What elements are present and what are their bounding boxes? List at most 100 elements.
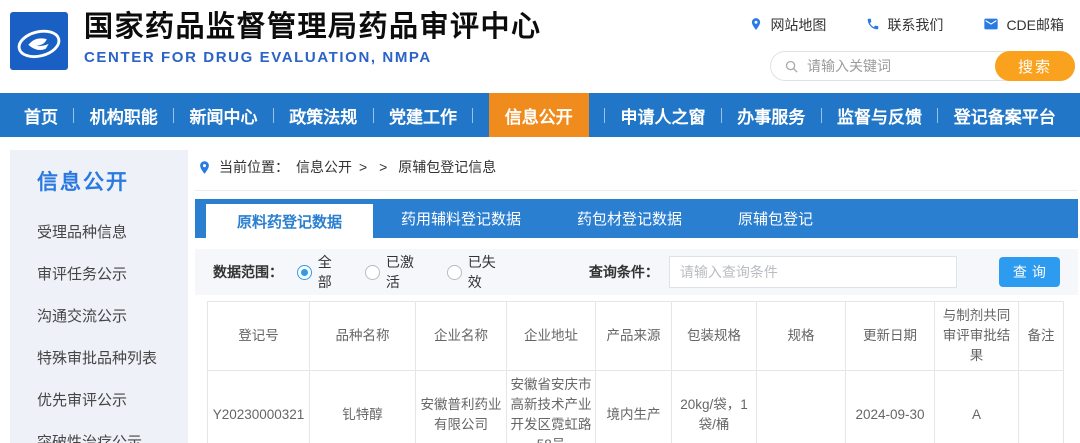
search-button[interactable]: 搜索: [995, 51, 1075, 81]
breadcrumb-page: 原辅包登记信息: [398, 159, 497, 175]
quick-link-label: 网站地图: [770, 17, 827, 33]
breadcrumb-separator: > >: [359, 159, 392, 175]
table-cell: 安徽省安庆市高新技术产业开发区霓虹路58号: [506, 370, 596, 443]
nav-separator: [720, 107, 722, 123]
sidebar-list: 受理品种信息 审评任务公示 沟通交流公示 特殊审批品种列表 优先审评公示 突破性治疗公示: [37, 210, 188, 443]
tab-bar: 原料药登记数据 药用辅料登记数据 药包材登记数据 原辅包登记: [195, 199, 1078, 238]
radio-label: 全部: [317, 254, 332, 290]
sidebar-item[interactable]: 沟通交流公示: [37, 294, 188, 336]
site-title: 国家药品监督管理局药品审评中心: [84, 11, 542, 43]
table-cell: 20kg/袋，1袋/桶: [671, 370, 757, 443]
column-header: 规格: [756, 301, 846, 371]
search-icon: [784, 59, 799, 74]
nav-separator: [820, 107, 822, 123]
table-cell: 2024-09-30: [845, 370, 935, 443]
table-cell: [1018, 370, 1064, 443]
nav-item[interactable]: 办事服务: [737, 103, 805, 128]
query-input[interactable]: [668, 256, 957, 288]
title-block: 国家药品监督管理局药品审评中心 CENTER FOR DRUG EVALUATI…: [84, 9, 542, 66]
query-button[interactable]: 查询: [998, 257, 1060, 287]
nav-separator: [272, 107, 274, 123]
nav-separator: [73, 107, 75, 123]
nav-item[interactable]: 党建工作: [389, 103, 457, 128]
site-subtitle: CENTER FOR DRUG EVALUATION, NMPA: [84, 49, 432, 66]
header: 国家药品监督管理局药品审评中心 CENTER FOR DRUG EVALUATI…: [0, 0, 1080, 93]
radio-button[interactable]: [446, 264, 462, 280]
breadcrumb: 当前位置： 信息公开 > > 原辅包登记信息: [195, 150, 1078, 191]
nav-item[interactable]: 政策法规: [289, 103, 357, 128]
breadcrumb-section[interactable]: 信息公开: [296, 157, 352, 177]
nav-separator: [937, 107, 939, 123]
nav-item[interactable]: 申请人之窗: [621, 103, 706, 128]
breadcrumb-prefix: 当前位置：: [219, 159, 289, 175]
table-cell: 境内生产: [595, 370, 672, 443]
quick-links: 网站地图 联系我们 CDE邮箱: [749, 15, 1064, 35]
nav-separator: [604, 107, 606, 123]
cde-logo: [10, 12, 68, 70]
nav: 首页 机构职能 新闻中心 政策法规 党建工作 信息公开 申请人之窗 办事服务 监督与反馈 登记备案…: [0, 93, 1080, 137]
scope-label: 数据范围：: [213, 264, 283, 280]
quick-link-label: 联系我们: [887, 17, 944, 33]
table-cell: 安徽普利药业有限公司: [415, 370, 507, 443]
sidebar-item[interactable]: 审评任务公示: [37, 252, 188, 294]
content: 当前位置： 信息公开 > > 原辅包登记信息 原料药登记数据 药用辅料登记数据 药包…: [195, 150, 1078, 443]
tab[interactable]: 药包材登记数据: [549, 199, 710, 238]
nav-item[interactable]: 监督与反馈: [837, 103, 922, 128]
nav-separator: [173, 107, 175, 123]
nav-item[interactable]: 新闻中心: [190, 103, 258, 128]
quick-link[interactable]: CDE邮箱: [983, 15, 1064, 35]
sidebar-title: 信息公开: [37, 171, 129, 194]
sidebar-item[interactable]: 突破性治疗公示: [37, 420, 188, 443]
table-head: 登记号 品种名称 企业名称 企业地址 产品来源 包装规格 规格 更新日期 与制剂共同审评审批结果…: [207, 301, 1064, 371]
radio-group: 全部 已激活 已失效: [297, 252, 509, 292]
quick-link[interactable]: 网站地图: [749, 15, 826, 35]
column-header: 品种名称: [309, 301, 416, 371]
filter-bar: 数据范围： 全部 已激活 已失效 查询条件： 查询: [195, 249, 1078, 295]
registration-table: 登记号 品种名称 企业名称 企业地址 产品来源 包装规格 规格 更新日期 与制剂共同审评审批结果…: [207, 301, 1064, 443]
quick-link[interactable]: 联系我们: [866, 15, 943, 35]
sidebar-item[interactable]: 特殊审批品种列表: [37, 336, 188, 378]
query-label: 查询条件：: [588, 264, 659, 280]
table-cell: Y20230000321: [207, 370, 310, 443]
nav-item[interactable]: 登记备案平台: [954, 103, 1056, 128]
tab[interactable]: 药用辅料登记数据: [373, 199, 549, 238]
nav-item[interactable]: 机构职能: [90, 103, 158, 128]
sidebar-item[interactable]: 优先审评公示: [37, 378, 188, 420]
radio-option[interactable]: 已失效: [446, 252, 509, 292]
sidebar-item[interactable]: 受理品种信息: [37, 210, 188, 252]
nav-item[interactable]: 信息公开: [488, 93, 589, 137]
column-header: 企业地址: [506, 301, 596, 371]
radio-option[interactable]: 已激活: [365, 252, 427, 292]
table-body: Y20230000321 钆特醇 安徽普利药业有限公司 安徽省安庆市高新技术产业开发区…: [207, 370, 1064, 443]
sidebar: 信息公开 受理品种信息 审评任务公示 沟通交流公示 特殊审批品种列表 优先审评公示 突破性…: [10, 150, 188, 443]
page: 国家药品监督管理局药品审评中心 CENTER FOR DRUG EVALUATI…: [0, 0, 1080, 443]
phone-icon: [866, 17, 880, 34]
table-cell: [756, 370, 846, 443]
radio-button[interactable]: [297, 264, 312, 280]
radio-label: 已失效: [467, 254, 496, 290]
radio-option[interactable]: 全部: [297, 252, 345, 292]
tab[interactable]: 原辅包登记: [710, 199, 841, 238]
nav-separator: [472, 107, 474, 123]
column-header: 更新日期: [845, 301, 935, 371]
radio-button[interactable]: [365, 264, 380, 280]
tab[interactable]: 原料药登记数据: [206, 204, 373, 238]
site-search: 搜索: [770, 51, 1075, 81]
column-header: 产品来源: [595, 301, 672, 371]
radio-label: 已激活: [385, 254, 414, 290]
table-cell: 钆特醇: [309, 370, 416, 443]
mail-icon: [983, 16, 999, 35]
location-pin-icon: [749, 17, 763, 34]
column-header: 企业名称: [415, 301, 507, 371]
table-row[interactable]: Y20230000321 钆特醇 安徽普利药业有限公司 安徽省安庆市高新技术产业开发区…: [207, 370, 1064, 443]
location-pin-icon: [197, 160, 212, 175]
column-header: 与制剂共同审评审批结果: [934, 301, 1019, 371]
table-header-row: 登记号 品种名称 企业名称 企业地址 产品来源 包装规格 规格 更新日期 与制剂共同审评审批结果…: [207, 301, 1064, 371]
nav-item[interactable]: 首页: [24, 103, 58, 128]
quick-link-label: CDE邮箱: [1006, 17, 1064, 33]
table-cell: A: [934, 370, 1019, 443]
nav-separator: [372, 107, 374, 123]
column-header: 登记号: [207, 301, 310, 371]
column-header: 备注: [1018, 301, 1064, 371]
column-header: 包装规格: [671, 301, 757, 371]
